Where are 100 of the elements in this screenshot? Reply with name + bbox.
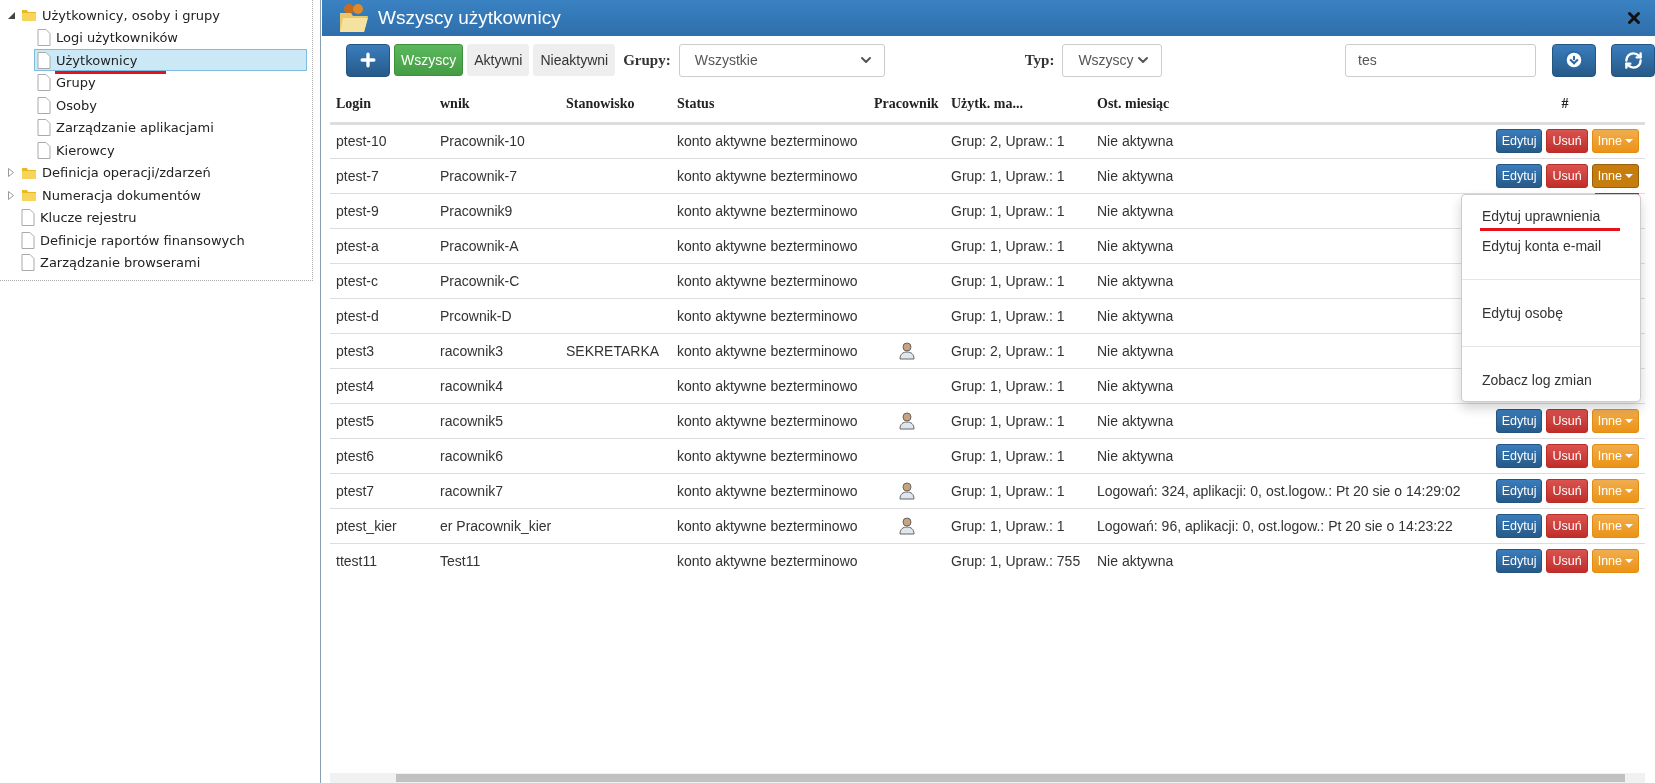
tree-item[interactable]: Zarządzanie aplikacjami	[34, 116, 219, 139]
caret-icon	[1625, 139, 1633, 143]
table-cell: ptest5	[330, 403, 434, 438]
table-cell: Grup: 1, Upraw.: 755	[945, 543, 1091, 578]
table-cell: racownik7	[434, 473, 560, 508]
table-cell: konto aktywne bezterminowo	[671, 403, 868, 438]
table-cell: Nie aktywna	[1091, 158, 1485, 193]
collapse-icon[interactable]	[7, 11, 15, 19]
table-cell: konto aktywne bezterminowo	[671, 473, 868, 508]
table-cell: ptest3	[330, 333, 434, 368]
delete-button[interactable]: Usuń	[1546, 548, 1588, 573]
person-icon	[898, 341, 915, 360]
edit-button[interactable]: Edytuj	[1495, 548, 1543, 573]
tree-item[interactable]: Numeracja dokumentów	[18, 184, 206, 207]
tree-item[interactable]: Osoby	[34, 94, 102, 117]
table-cell: Logowań: 96, aplikacji: 0, ost.logow.: Pt 20 sie o 14:23:22	[1091, 508, 1485, 543]
search-field[interactable]: tes	[1345, 43, 1536, 77]
tree-item[interactable]: Definicja operacji/zdarzeń	[18, 161, 216, 184]
download-button[interactable]	[1552, 43, 1596, 77]
delete-button[interactable]: Usuń	[1546, 163, 1588, 188]
caret-icon	[1625, 418, 1633, 423]
table-cell: er Pracownik_kier	[434, 508, 560, 543]
column-header: Login	[330, 86, 434, 123]
download-icon	[1564, 50, 1584, 70]
expand-icon[interactable]	[8, 190, 14, 200]
person-icon	[898, 516, 915, 535]
filter-button[interactable]: Aktywni	[467, 44, 530, 76]
table-cell: Grup: 2, Upraw.: 1	[945, 333, 1091, 368]
edit-button[interactable]: Edytuj	[1495, 478, 1543, 503]
delete-button[interactable]: Usuń	[1546, 513, 1588, 538]
table-cell: konto aktywne bezterminowo	[671, 333, 868, 368]
table-cell: ptest-a	[330, 228, 434, 263]
tree-item[interactable]: Użytkownicy, osoby i grupy	[18, 4, 226, 27]
table-cell: Grup: 1, Upraw.: 1	[945, 228, 1091, 263]
table-cell: Prcownik-D	[434, 298, 560, 333]
table-cell: Pracownik-7	[434, 158, 560, 193]
table-cell: konto aktywne bezterminowo	[671, 368, 868, 403]
table-cell: racownik4	[434, 368, 560, 403]
table-cell: Nie aktywna	[1091, 123, 1485, 158]
refresh-button[interactable]	[1611, 43, 1655, 77]
table-cell: Grup: 1, Upraw.: 1	[945, 193, 1091, 228]
column-header: Ost. miesiąc	[1091, 86, 1485, 123]
filter-button[interactable]: Wszyscy	[394, 44, 464, 76]
table-cell: ttest11	[330, 543, 434, 578]
table-cell: Grup: 1, Upraw.: 1	[945, 263, 1091, 298]
person-icon	[898, 481, 915, 500]
horizontal-scrollbar[interactable]	[330, 773, 1645, 783]
users-folder-icon	[338, 3, 370, 33]
page-icon	[37, 29, 51, 47]
table-cell: Pracownik-10	[434, 123, 560, 158]
page-icon	[21, 231, 35, 249]
table-cell: ptest-10	[330, 123, 434, 158]
page-icon	[37, 96, 51, 114]
page-icon	[21, 209, 35, 227]
filter-button[interactable]: Nieaktywni	[533, 44, 616, 76]
caret-icon	[1625, 453, 1633, 458]
tree-item[interactable]: Zarządzanie browserami	[18, 251, 206, 274]
tree-item[interactable]: Kierowcy	[34, 139, 120, 162]
table-cell: ptest7	[330, 473, 434, 508]
delete-button[interactable]: Usuń	[1546, 408, 1588, 433]
edit-button[interactable]: Edytuj	[1495, 408, 1543, 433]
person-icon	[898, 411, 915, 430]
type-select[interactable]: Wszyscy	[1062, 43, 1163, 77]
plus-icon	[358, 50, 378, 70]
add-button[interactable]	[346, 43, 390, 77]
table-cell: konto aktywne bezterminowo	[671, 263, 868, 298]
edit-button[interactable]: Edytuj	[1495, 513, 1543, 538]
table-cell: konto aktywne bezterminowo	[671, 228, 868, 263]
tree-item[interactable]: Logi użytkowników	[34, 26, 183, 49]
tree-item[interactable]: Grupy	[34, 71, 101, 94]
table-cell: konto aktywne bezterminowo	[671, 543, 868, 578]
table-cell: racownik6	[434, 438, 560, 473]
table-cell: Grup: 1, Upraw.: 1	[945, 368, 1091, 403]
table-cell: Pracownik9	[434, 193, 560, 228]
edit-button[interactable]: Edytuj	[1495, 163, 1543, 188]
table-cell: konto aktywne bezterminowo	[671, 123, 868, 158]
expand-icon[interactable]	[8, 168, 14, 178]
delete-button[interactable]: Usuń	[1546, 129, 1588, 153]
table-cell: konto aktywne bezterminowo	[671, 193, 868, 228]
close-icon[interactable]	[1625, 9, 1643, 27]
column-header: #	[1485, 86, 1645, 123]
delete-button[interactable]: Usuń	[1546, 478, 1588, 503]
table-cell: konto aktywne bezterminowo	[671, 298, 868, 333]
column-header: Pracownik	[868, 86, 945, 123]
edit-button[interactable]: Edytuj	[1495, 129, 1543, 153]
page-icon	[37, 74, 51, 92]
more-button[interactable]: Inne	[1591, 163, 1639, 188]
table-cell: ptest4	[330, 368, 434, 403]
groups-select[interactable]: Wszystkie	[678, 43, 885, 77]
table-cell: Test11	[434, 543, 560, 578]
delete-button[interactable]: Usuń	[1546, 443, 1588, 468]
tree-item[interactable]: Klucze rejestru	[18, 206, 142, 229]
page-icon	[37, 141, 51, 159]
tree-item[interactable]: Definicje raportów finansowych	[18, 229, 250, 252]
table-cell: konto aktywne bezterminowo	[671, 508, 868, 543]
edit-button[interactable]: Edytuj	[1495, 443, 1543, 468]
table-cell: Pracownik-C	[434, 263, 560, 298]
table-cell: Grup: 1, Upraw.: 1	[945, 438, 1091, 473]
table-cell: racownik3	[434, 333, 560, 368]
tree-item[interactable]: Użytkownicy	[34, 49, 307, 72]
